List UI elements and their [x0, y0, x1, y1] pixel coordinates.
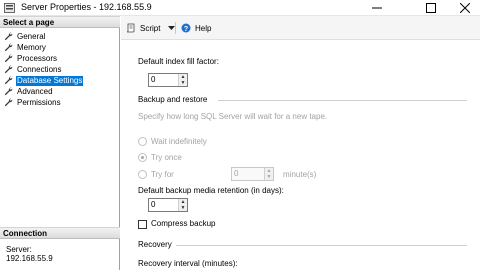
wrench-icon [4, 65, 13, 74]
maximize-button[interactable] [412, 0, 450, 16]
fill-factor-value: 0 [151, 75, 156, 84]
page-list: General Memory Processors Connections Da… [4, 31, 116, 108]
fill-factor-label: Default index fill factor: [138, 57, 219, 66]
help-icon: ? [181, 23, 191, 33]
server-label: Server: [6, 245, 32, 254]
wait-indefinitely-label: Wait indefinitely [151, 137, 207, 146]
compress-backup-label: Compress backup [151, 219, 216, 228]
minimize-icon [372, 7, 382, 9]
right-panel: Script ? Help Default index fill factor:… [121, 16, 480, 270]
page-item-label: Database Settings [16, 75, 84, 86]
wrench-icon [4, 98, 13, 107]
retention-value: 0 [151, 200, 156, 209]
page-item-label: Advanced [17, 86, 53, 96]
title-bar: Server Properties - 192.168.55.9 [0, 0, 480, 16]
wrench-icon [4, 87, 13, 96]
connection-header: Connection [0, 227, 120, 239]
script-icon [126, 23, 135, 33]
page-item-label: Processors [17, 53, 58, 63]
server-app-icon [4, 3, 15, 13]
minimize-button[interactable] [358, 0, 396, 16]
wait-indefinitely-radio[interactable] [138, 137, 147, 146]
retention-label: Default backup media retention (in days)… [138, 186, 284, 195]
recovery-header: Recovery [138, 240, 172, 249]
backup-restore-header: Backup and restore [138, 95, 208, 104]
wait-description: Specify how long SQL Server will wait fo… [138, 112, 328, 121]
maximize-icon [426, 3, 436, 13]
toolbar-separator [175, 22, 176, 34]
page-item-label: General [17, 31, 46, 41]
retention-spinner[interactable]: 0 ▲ ▼ [148, 198, 188, 212]
spin-down-icon[interactable]: ▼ [265, 174, 273, 180]
help-label: Help [195, 23, 212, 33]
spin-down-icon[interactable]: ▼ [179, 205, 187, 211]
select-page-header: Select a page [0, 16, 120, 28]
backup-restore-rule [218, 100, 467, 101]
page-item-permissions[interactable]: Permissions [4, 97, 116, 108]
left-panel: Select a page General Memory Processors … [0, 16, 120, 270]
wrench-icon [4, 76, 13, 85]
help-button[interactable]: ? Help [181, 22, 211, 34]
page-item-label: Connections [17, 64, 62, 74]
try-once-radio[interactable] [138, 153, 147, 162]
script-label: Script [140, 23, 161, 33]
wrench-icon [4, 43, 13, 52]
compress-backup-checkbox[interactable] [138, 220, 147, 229]
close-icon [460, 3, 470, 13]
wrench-icon [4, 54, 13, 63]
wrench-icon [4, 32, 13, 41]
try-once-label: Try once [151, 153, 182, 162]
page-item-advanced[interactable]: Advanced [4, 86, 116, 97]
try-for-spinner[interactable]: 0 ▲ ▼ [231, 167, 274, 181]
recovery-interval-label: Recovery interval (minutes): [138, 259, 238, 268]
script-button[interactable]: Script [126, 22, 176, 34]
try-for-value: 0 [234, 169, 239, 178]
page-item-processors[interactable]: Processors [4, 53, 116, 64]
page-item-memory[interactable]: Memory [4, 42, 116, 53]
svg-text:?: ? [184, 26, 188, 33]
page-item-connections[interactable]: Connections [4, 64, 116, 75]
page-item-label: Permissions [17, 97, 61, 107]
try-for-unit: minute(s) [283, 170, 317, 179]
server-value: 192.168.55.9 [6, 254, 53, 263]
page-item-database-settings[interactable]: Database Settings [4, 75, 116, 86]
toolbar: Script ? Help [121, 16, 480, 40]
fill-factor-spinner[interactable]: 0 ▲ ▼ [148, 73, 188, 87]
page-item-general[interactable]: General [4, 31, 116, 42]
spin-down-icon[interactable]: ▼ [179, 80, 187, 86]
close-button[interactable] [446, 0, 480, 16]
recovery-rule [176, 245, 467, 246]
try-for-label: Try for [151, 170, 174, 179]
page-item-label: Memory [17, 42, 46, 52]
window-title: Server Properties - 192.168.55.9 [21, 2, 152, 12]
try-for-radio[interactable] [138, 170, 147, 179]
